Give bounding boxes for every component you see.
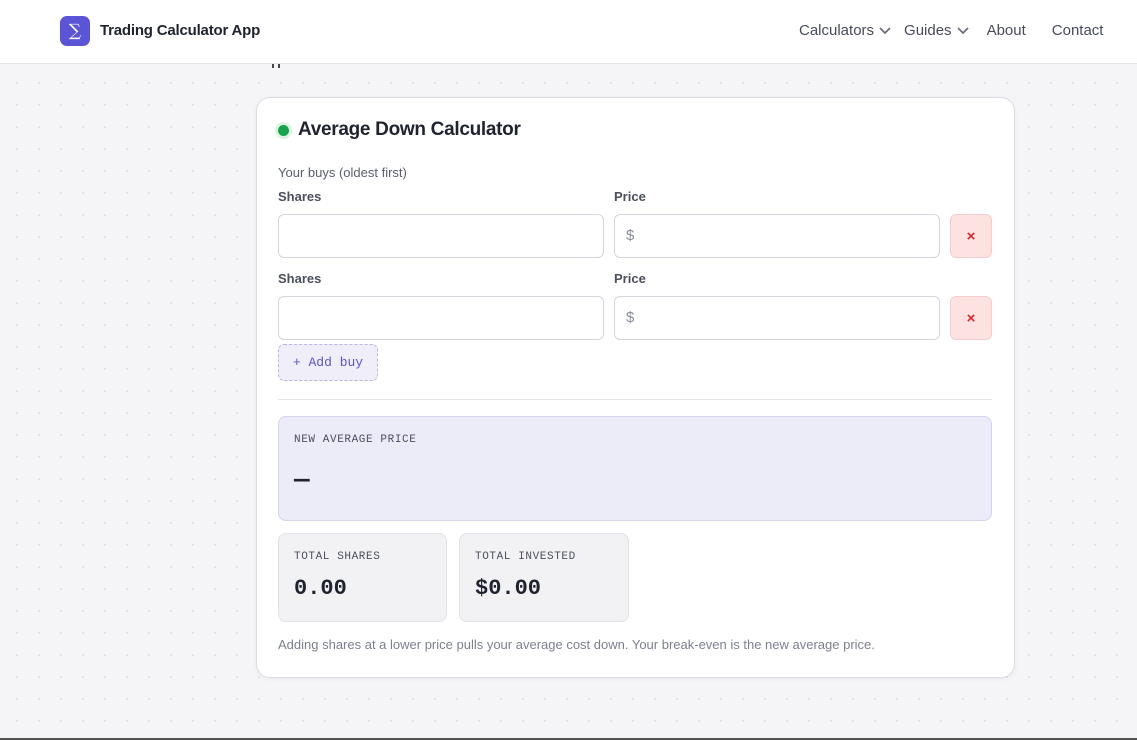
price-input-1[interactable]: [614, 214, 940, 258]
total-invested-panel: TOTAL INVESTED $0.00: [459, 533, 629, 622]
shares-label: Shares: [278, 189, 322, 204]
total-shares-panel: TOTAL SHARES 0.00: [278, 533, 447, 622]
top-header: ∑ Trading Calculator App Calculators Gui…: [0, 0, 1137, 64]
divider: [278, 399, 992, 400]
buys-hint: Your buys (oldest first): [278, 165, 407, 180]
shares-input-1[interactable]: [278, 214, 604, 258]
remove-buy-button-2[interactable]: ×: [950, 296, 992, 340]
nav-about[interactable]: About: [987, 22, 1026, 39]
nav-calculators[interactable]: Calculators: [799, 22, 892, 39]
price-field-1: $: [614, 214, 940, 258]
price-field-2: $: [614, 296, 940, 340]
nav-guides[interactable]: Guides: [904, 22, 970, 39]
new-average-price-panel: NEW AVERAGE PRICE —: [278, 416, 992, 521]
price-label: Price: [614, 271, 646, 286]
chevron-down-icon: [879, 26, 891, 34]
shares-label: Shares: [278, 271, 322, 286]
price-input-2[interactable]: [614, 296, 940, 340]
scrolled-text-fragment: [272, 64, 280, 68]
calculator-title: Average Down Calculator: [298, 119, 521, 140]
currency-prefix: $: [626, 227, 635, 244]
total-shares-value: 0.00: [294, 576, 347, 601]
total-invested-label: TOTAL INVESTED: [475, 551, 576, 563]
nav-calculators-label: Calculators: [799, 22, 875, 39]
add-buy-button[interactable]: + Add buy: [278, 344, 378, 381]
chevron-down-icon: [956, 26, 969, 34]
brand-name[interactable]: Trading Calculator App: [100, 22, 260, 39]
nav-about-label: About: [986, 22, 1026, 39]
shares-input-2[interactable]: [278, 296, 604, 340]
remove-buy-button-1[interactable]: ×: [950, 214, 992, 258]
nav-guides-label: Guides: [904, 22, 952, 39]
main-nav: Calculators Guides About Contact: [799, 22, 1103, 39]
logo-icon[interactable]: ∑: [60, 16, 90, 46]
nav-contact-label: Contact: [1051, 22, 1104, 39]
nav-contact[interactable]: Contact: [1052, 22, 1104, 39]
average-down-calculator-card: Average Down Calculator Your buys (oldes…: [256, 97, 1015, 678]
total-invested-value: $0.00: [475, 576, 542, 601]
status-dot-icon: [278, 125, 289, 136]
new-average-price-value: —: [294, 465, 310, 495]
currency-prefix: $: [626, 309, 635, 326]
total-shares-label: TOTAL SHARES: [294, 551, 381, 563]
price-label: Price: [614, 189, 646, 204]
new-average-price-label: NEW AVERAGE PRICE: [294, 434, 417, 446]
calculator-note: Adding shares at a lower price pulls you…: [278, 637, 875, 652]
